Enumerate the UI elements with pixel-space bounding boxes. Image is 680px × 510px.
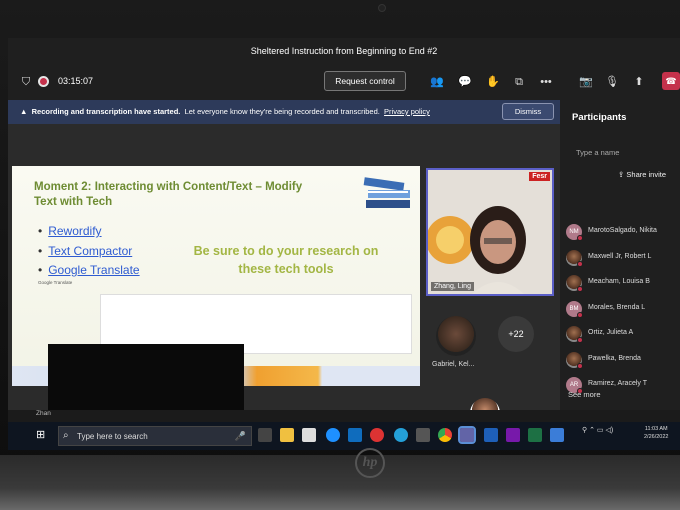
- chat-icon[interactable]: 💬: [457, 74, 473, 90]
- muted-indicator-icon: [577, 260, 583, 267]
- notice-bold: Recording and transcription have started…: [31, 107, 181, 116]
- warning-icon: ▲: [20, 107, 28, 116]
- share-invite-label: Share invite: [626, 170, 666, 179]
- hp-logo: hp: [355, 448, 385, 478]
- more-participants-button[interactable]: +22: [498, 316, 534, 352]
- participant-name: Ortiz, Julieta A: [588, 329, 634, 336]
- windows-taskbar: ⊞ ⌕ Type here to search 🎤 ⚲ ⌃ ▭ ◁) 11:03…: [8, 422, 680, 450]
- rewordify-link[interactable]: Rewordify: [48, 224, 101, 238]
- participant-name: Morales, Brenda L: [588, 303, 646, 311]
- participant-name: MarotoSalgado, Nikita: [588, 227, 657, 234]
- outlook-icon[interactable]: [348, 428, 362, 442]
- file-explorer-icon[interactable]: [280, 428, 294, 442]
- teams-icon[interactable]: [458, 426, 476, 444]
- meeting-toolbar: ⛉ 03:15:07 Request control 👥 💬 ✋ ⧉ ••• 📷…: [8, 64, 680, 100]
- bullet-text-compactor: • Text Compactor: [38, 244, 133, 258]
- app-icon[interactable]: [370, 428, 384, 442]
- word-icon[interactable]: [484, 428, 498, 442]
- excel-icon[interactable]: [528, 428, 542, 442]
- privacy-policy-link[interactable]: Privacy policy: [384, 107, 430, 116]
- people-icon[interactable]: 👥: [429, 74, 445, 90]
- participant-name: Gabriel, Kel...: [432, 361, 475, 368]
- share-screen-icon[interactable]: ⬆: [631, 74, 647, 90]
- participant-row[interactable]: NM MarotoSalgado, Nikita: [566, 222, 680, 244]
- participant-row[interactable]: Meacham, Louisa B: [566, 273, 680, 295]
- share-tray-icon[interactable]: ⧉: [511, 74, 527, 90]
- chrome-icon[interactable]: [438, 428, 452, 442]
- participant-name: Meacham, Louisa B: [588, 278, 650, 285]
- participant-row[interactable]: BM Morales, Brenda L: [566, 299, 680, 321]
- more-icon[interactable]: •••: [538, 74, 554, 90]
- mic-off-icon[interactable]: 🎙: [604, 74, 620, 90]
- participant-tile-gabriel[interactable]: Gabriel, Kel...: [432, 316, 476, 368]
- meeting-timer: 03:15:07: [58, 76, 94, 86]
- store-icon[interactable]: [302, 428, 316, 442]
- clock-date: 2/26/2022: [644, 434, 669, 440]
- participant-name: Maxwell Jr, Robert L: [588, 252, 652, 260]
- redaction-block: [48, 344, 244, 412]
- laptop-frame: Sheltered Instruction from Beginning to …: [0, 0, 680, 510]
- record-icon: [38, 76, 49, 87]
- bottom-strip: Zhan: [8, 410, 680, 422]
- google-translate-link[interactable]: Google Translate: [48, 263, 139, 277]
- app-icon[interactable]: [550, 428, 564, 442]
- truncated-name: Zhan: [36, 410, 51, 417]
- shield-icon[interactable]: ⛉: [18, 74, 34, 90]
- system-tray-icons[interactable]: ⚲ ⌃ ▭ ◁): [582, 426, 613, 434]
- slide-title: Moment 2: Interacting with Content/Text …: [34, 181, 303, 208]
- muted-indicator-icon: [577, 286, 583, 292]
- avatar: [436, 316, 476, 356]
- share-invite-button[interactable]: ⇪ Share invite: [618, 170, 666, 179]
- presenter-video: [428, 170, 552, 294]
- search-icon: ⌕: [63, 430, 69, 441]
- dismiss-button[interactable]: Dismiss: [502, 103, 554, 120]
- taskbar-search-input[interactable]: ⌕ Type here to search 🎤: [58, 426, 252, 446]
- presenter-name: Zhang, Ling: [431, 282, 474, 291]
- raise-hand-icon[interactable]: ✋: [485, 74, 501, 90]
- leave-icon[interactable]: ☎: [662, 72, 680, 90]
- participants-panel: Participants Type a name ⇪ Share invite …: [560, 100, 680, 410]
- bullet-rewordify: • Rewordify: [38, 224, 102, 238]
- participant-row[interactable]: Maxwell Jr, Robert L: [566, 248, 680, 270]
- slide-caption: Google Translate: [38, 280, 73, 285]
- request-control-button[interactable]: Request control: [324, 71, 406, 91]
- window-title: Sheltered Instruction from Beginning to …: [8, 38, 680, 64]
- screen: Sheltered Instruction from Beginning to …: [8, 38, 680, 450]
- participant-name: Ramirez, Aracely T: [588, 380, 647, 387]
- muted-indicator-icon: [577, 337, 583, 343]
- camera-icon[interactable]: 📷: [578, 74, 594, 90]
- laptop-bezel: [0, 455, 680, 510]
- notice-text: Let everyone know they're being recorded…: [184, 107, 380, 116]
- bullet-google-translate: • Google Translate: [38, 263, 140, 277]
- muted-indicator-icon: [577, 362, 583, 369]
- muted-indicator-icon: [577, 235, 583, 241]
- mic-icon[interactable]: 🎤: [235, 431, 246, 442]
- search-placeholder: Type here to search: [77, 432, 148, 441]
- see-more-link[interactable]: See more: [568, 390, 601, 399]
- meeting-stage: Moment 2: Interacting with Content/Text …: [8, 124, 560, 428]
- taskbar-clock[interactable]: 11:03 AM 2/26/2022: [644, 425, 668, 441]
- slide-tip: Be sure to do your research on these tec…: [193, 244, 379, 276]
- muted-indicator-icon: [577, 311, 583, 318]
- books-icon: [363, 177, 410, 208]
- webcam: [378, 4, 386, 12]
- participant-row[interactable]: Ortiz, Julieta A: [566, 324, 680, 346]
- presenter-video-tile[interactable]: Fesr Zhang, Ling: [426, 168, 554, 296]
- share-icon: ⇪: [618, 170, 625, 179]
- participant-name: Pawelka, Brenda: [588, 354, 641, 362]
- app-icon[interactable]: [416, 428, 430, 442]
- participant-row[interactable]: Pawelka, Brenda: [566, 350, 680, 372]
- recording-notice: ▲ Recording and transcription have start…: [8, 100, 560, 124]
- edge-icon[interactable]: [394, 428, 408, 442]
- edge-icon[interactable]: [326, 428, 340, 442]
- panel-title: Participants: [572, 112, 627, 123]
- badge-label: Fesr: [529, 172, 550, 181]
- onenote-icon[interactable]: [506, 428, 520, 442]
- text-compactor-link[interactable]: Text Compactor: [48, 244, 132, 258]
- task-view-icon[interactable]: [258, 428, 272, 442]
- windows-start-icon[interactable]: ⊞: [36, 429, 48, 441]
- participant-search-input[interactable]: Type a name: [576, 148, 619, 157]
- clock-time: 11:03 AM: [644, 426, 668, 432]
